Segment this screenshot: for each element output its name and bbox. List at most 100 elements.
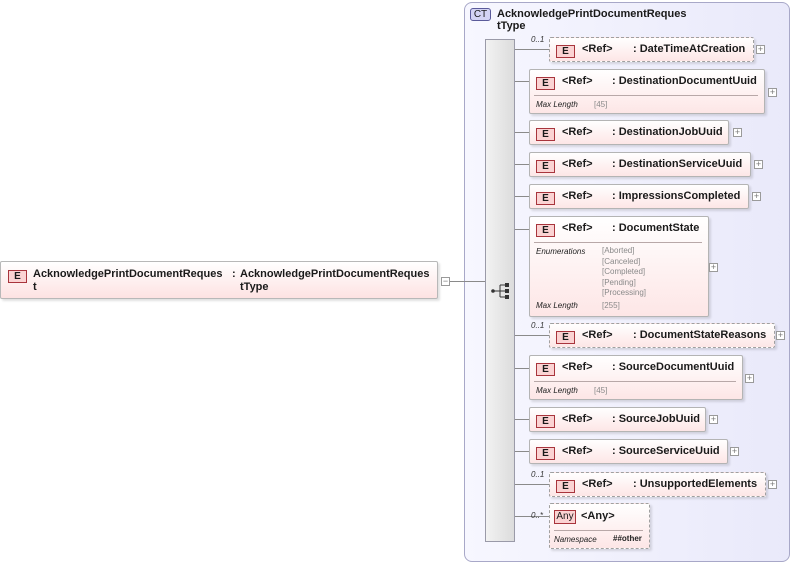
root-element-name: AcknowledgePrintDocumentReques t bbox=[33, 268, 233, 294]
connector-line bbox=[515, 81, 529, 82]
element-impressions-completed[interactable]: E <Ref> : ImpressionsCompleted bbox=[529, 184, 749, 209]
expand-plus-icon: + bbox=[710, 262, 717, 272]
enumeration-value: [Processing] bbox=[602, 288, 647, 298]
facet-value: [255] bbox=[602, 301, 620, 310]
root-collapse-toggle[interactable]: − bbox=[441, 277, 450, 286]
ref-label: <Ref> bbox=[562, 158, 593, 170]
facet-separator bbox=[554, 530, 643, 531]
element-name: : DocumentStateReasons bbox=[633, 329, 767, 341]
element-badge-label: E bbox=[542, 78, 549, 89]
ref-label: <Ref> bbox=[582, 329, 613, 341]
expand-toggle[interactable]: + bbox=[709, 415, 718, 424]
root-element-type: AcknowledgePrintDocumentReques tType bbox=[240, 268, 440, 294]
expand-toggle[interactable]: + bbox=[768, 480, 777, 489]
facet-value: [45] bbox=[594, 386, 608, 395]
connector-line bbox=[515, 335, 549, 336]
any-badge-label: Any bbox=[556, 511, 574, 522]
element-badge-label: E bbox=[542, 161, 549, 172]
element-badge-icon: E bbox=[536, 224, 555, 237]
facet-label: Max Length bbox=[536, 100, 578, 109]
connector-line bbox=[515, 419, 529, 420]
connector-line bbox=[515, 484, 549, 485]
element-name: : DocumentState bbox=[612, 222, 700, 234]
element-badge-icon: E bbox=[536, 77, 555, 90]
element-badge-icon: E bbox=[536, 447, 555, 460]
enumeration-value: [Canceled] bbox=[602, 256, 641, 266]
element-date-time-at-creation[interactable]: E <Ref> : DateTimeAtCreation bbox=[549, 37, 754, 62]
expand-plus-icon: + bbox=[731, 446, 738, 456]
element-name: : SourceDocumentUuid bbox=[612, 361, 735, 373]
complex-type-title-line2: tType bbox=[497, 20, 526, 32]
element-source-service-uuid[interactable]: E <Ref> : SourceServiceUuid bbox=[529, 439, 728, 464]
element-badge-icon: E bbox=[536, 128, 555, 141]
element-name: : DateTimeAtCreation bbox=[633, 43, 746, 55]
facet-separator bbox=[534, 381, 736, 382]
connector-line bbox=[515, 132, 529, 133]
connector-line bbox=[515, 229, 529, 230]
collapse-minus-icon: − bbox=[442, 276, 449, 286]
element-badge-icon: E bbox=[556, 480, 575, 493]
enumerations-label: Enumerations bbox=[536, 247, 586, 256]
facet-separator bbox=[534, 242, 702, 243]
element-badge-label: E bbox=[542, 193, 549, 204]
expand-toggle[interactable]: + bbox=[709, 263, 718, 272]
any-badge-icon: Any bbox=[554, 510, 576, 524]
ref-label: <Ref> bbox=[562, 126, 593, 138]
element-document-state-reasons[interactable]: E <Ref> : DocumentStateReasons bbox=[549, 323, 775, 348]
facet-value: [45] bbox=[594, 100, 608, 109]
expand-toggle[interactable]: + bbox=[754, 160, 763, 169]
occurrence-label: 0..1 bbox=[531, 470, 545, 479]
root-element-type-line2: tType bbox=[240, 281, 269, 293]
element-badge-label: E bbox=[542, 448, 549, 459]
occurrence-label: 0..1 bbox=[531, 35, 545, 44]
expand-toggle[interactable]: + bbox=[768, 88, 777, 97]
expand-toggle[interactable]: + bbox=[776, 331, 785, 340]
expand-plus-icon: + bbox=[777, 330, 784, 340]
element-destination-document-uuid[interactable]: E <Ref> : DestinationDocumentUuid Max Le… bbox=[529, 69, 765, 114]
ref-label: <Ref> bbox=[562, 445, 593, 457]
complex-type-badge-icon: CT bbox=[470, 8, 491, 21]
any-element-wildcard[interactable]: Any <Any> Namespace ##other bbox=[549, 503, 650, 549]
facet-separator bbox=[534, 95, 758, 96]
enumeration-value: [Pending] bbox=[602, 277, 636, 287]
element-name: : ImpressionsCompleted bbox=[612, 190, 741, 202]
ref-label: <Ref> bbox=[562, 222, 593, 234]
expand-toggle[interactable]: + bbox=[730, 447, 739, 456]
ref-label: <Ref> bbox=[582, 43, 613, 55]
connector-line bbox=[515, 164, 529, 165]
root-element-acknowledge-print-document-request[interactable]: E AcknowledgePrintDocumentReques t : Ack… bbox=[0, 261, 438, 299]
element-badge-label: E bbox=[542, 225, 549, 236]
element-badge-icon: E bbox=[536, 160, 555, 173]
element-source-document-uuid[interactable]: E <Ref> : SourceDocumentUuid Max Length … bbox=[529, 355, 743, 400]
expand-plus-icon: + bbox=[746, 373, 753, 383]
ref-label: <Ref> bbox=[562, 361, 593, 373]
element-badge-label: E bbox=[562, 46, 569, 57]
element-badge-icon: E bbox=[536, 192, 555, 205]
element-badge-label: E bbox=[542, 129, 549, 140]
element-unsupported-elements[interactable]: E <Ref> : UnsupportedElements bbox=[549, 472, 766, 497]
enumeration-value: [Aborted] bbox=[602, 246, 635, 255]
expand-toggle[interactable]: + bbox=[733, 128, 742, 137]
expand-toggle[interactable]: + bbox=[756, 45, 765, 54]
element-source-job-uuid[interactable]: E <Ref> : SourceJobUuid bbox=[529, 407, 706, 432]
facet-label: Max Length bbox=[536, 301, 578, 310]
connector-line bbox=[515, 451, 529, 452]
expand-toggle[interactable]: + bbox=[745, 374, 754, 383]
element-destination-job-uuid[interactable]: E <Ref> : DestinationJobUuid bbox=[529, 120, 729, 145]
sequence-icon[interactable] bbox=[490, 282, 512, 300]
element-badge-label: E bbox=[542, 364, 549, 375]
facet-label: Max Length bbox=[536, 386, 578, 395]
root-element-type-line1: AcknowledgePrintDocumentReques bbox=[240, 268, 430, 280]
element-badge-icon: E bbox=[536, 363, 555, 376]
element-destination-service-uuid[interactable]: E <Ref> : DestinationServiceUuid bbox=[529, 152, 751, 177]
element-badge-label: E bbox=[14, 271, 21, 282]
expand-toggle[interactable]: + bbox=[752, 192, 761, 201]
element-name: : DestinationJobUuid bbox=[612, 126, 723, 138]
element-document-state[interactable]: E <Ref> : DocumentState Enumerations [Ab… bbox=[529, 216, 709, 317]
complex-type-title: AcknowledgePrintDocumentReques tType bbox=[497, 8, 707, 32]
root-connector-line bbox=[450, 281, 464, 282]
element-badge-label: E bbox=[562, 332, 569, 343]
element-name: : DestinationDocumentUuid bbox=[612, 75, 757, 87]
ct-connector-line bbox=[464, 281, 485, 282]
occurrence-label: 0..1 bbox=[531, 321, 545, 330]
